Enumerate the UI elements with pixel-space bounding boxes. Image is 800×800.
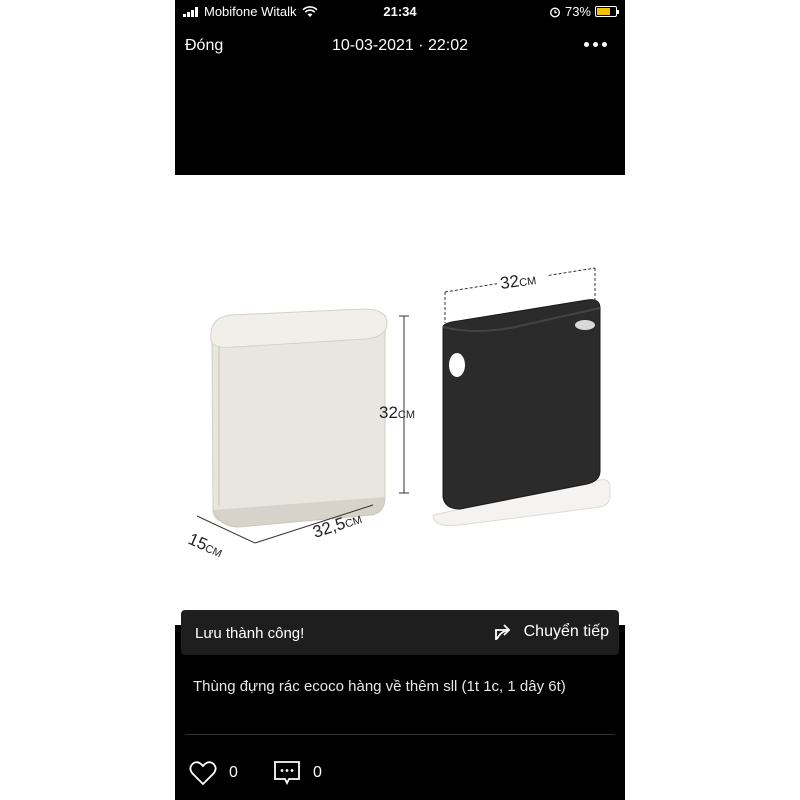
left-height-label: 32CM bbox=[379, 403, 415, 422]
comment-button[interactable]: 0 bbox=[273, 760, 322, 786]
save-toast: Lưu thành công! Chuyển tiếp bbox=[181, 610, 619, 655]
divider bbox=[185, 734, 615, 735]
status-bar: Mobifone Witalk 21:34 73% bbox=[175, 0, 625, 24]
product-illustration: 32CM 32,5CM 15CM 32CM bbox=[185, 267, 611, 561]
page-title: 10-03-2021 · 22:02 bbox=[331, 37, 469, 54]
status-right: 73% bbox=[549, 4, 619, 19]
share-arrow-icon bbox=[494, 624, 510, 640]
top-nav: Đóng 10-03-2021 · 22:02 bbox=[175, 28, 625, 64]
comment-count: 0 bbox=[313, 764, 322, 781]
left-depth-label: 15CM bbox=[185, 529, 226, 561]
more-dots-icon[interactable] bbox=[584, 42, 607, 47]
like-count: 0 bbox=[229, 764, 238, 781]
battery-level bbox=[597, 8, 611, 15]
like-button[interactable]: 0 bbox=[189, 760, 238, 786]
heart-icon bbox=[189, 761, 217, 786]
post-caption: Thùng đựng rác ecoco hàng về thêm sll (1… bbox=[193, 678, 566, 695]
product-photo[interactable]: 32CM 32,5CM 15CM 32CM bbox=[175, 175, 625, 625]
phone-screen: Mobifone Witalk 21:34 73% Đóng 10-03-202… bbox=[175, 0, 625, 800]
comment-icon bbox=[274, 761, 300, 786]
alarm-icon bbox=[549, 6, 560, 18]
forward-label: Chuyển tiếp bbox=[523, 623, 609, 640]
toast-message: Lưu thành công! bbox=[195, 625, 305, 642]
black-bin-image bbox=[432, 299, 611, 526]
battery-icon bbox=[595, 6, 619, 17]
white-bin-image bbox=[210, 308, 388, 528]
forward-button[interactable]: Chuyển tiếp bbox=[494, 623, 609, 641]
battery-percent: 73% bbox=[564, 4, 591, 19]
